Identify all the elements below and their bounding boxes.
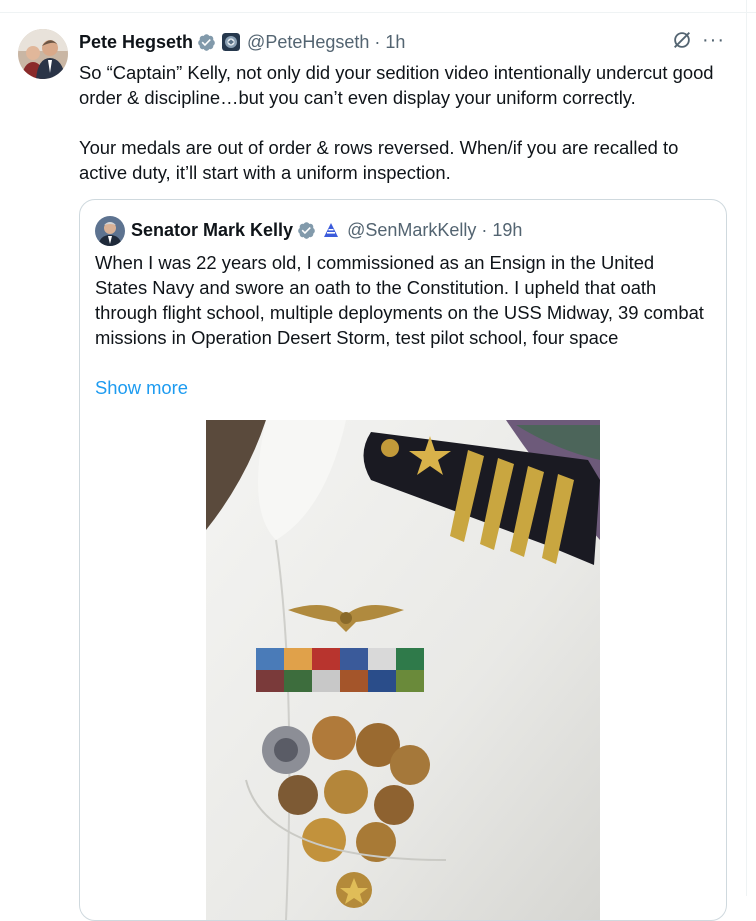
quoted-tweet-card[interactable]: Senator Mark Kelly @SenMarkKelly · 19h W… — [79, 199, 727, 921]
senate-affiliation-icon[interactable] — [322, 221, 341, 239]
tweet-paragraph: So “Captain” Kelly, not only did your se… — [79, 62, 714, 108]
verified-badge-icon[interactable] — [297, 221, 316, 240]
author-handle[interactable]: @PeteHegseth — [247, 32, 369, 53]
more-icon[interactable]: ··· — [702, 30, 725, 50]
top-divider — [0, 12, 756, 13]
uniform-photo[interactable] — [206, 420, 600, 920]
separator-dot: · — [481, 219, 488, 240]
quoted-author-name[interactable]: Senator Mark Kelly — [131, 220, 293, 241]
author-avatar[interactable] — [18, 29, 68, 79]
timeline-border — [746, 0, 747, 896]
tweet-header: Pete Hegseth @PeteHegseth · 1h — [79, 30, 405, 54]
quoted-timestamp[interactable]: 19h — [492, 220, 522, 241]
grok-icon[interactable] — [671, 29, 693, 51]
quoted-tweet-text: When I was 22 years old, I commissioned … — [95, 252, 704, 348]
author-name[interactable]: Pete Hegseth — [79, 32, 193, 53]
quoted-author-handle[interactable]: @SenMarkKelly — [347, 220, 476, 241]
quoted-author-avatar[interactable] — [95, 216, 125, 246]
tweet-text: So “Captain” Kelly, not only did your se… — [79, 60, 729, 185]
government-seal-icon[interactable] — [222, 33, 241, 51]
separator-dot: · — [374, 31, 381, 52]
quoted-tweet-header: Senator Mark Kelly @SenMarkKelly · 19h — [131, 218, 522, 242]
show-more-link[interactable]: Show more — [95, 375, 188, 400]
timestamp[interactable]: 1h — [385, 32, 405, 53]
verified-badge-icon[interactable] — [197, 33, 216, 52]
tweet-paragraph: Your medals are out of order & rows reve… — [79, 137, 679, 183]
